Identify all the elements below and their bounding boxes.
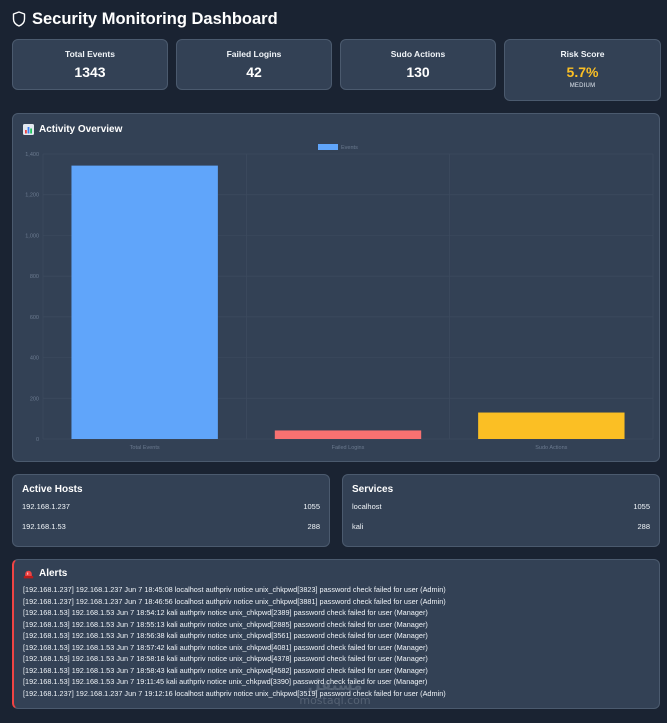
- y-tick-label: 0: [36, 437, 39, 443]
- section-title-text: Services: [352, 484, 394, 495]
- list-item: 192.168.1.53 288: [22, 522, 320, 534]
- stat-card-failed-logins: Failed Logins 42: [176, 39, 332, 90]
- watermark-text: مستقل: [307, 676, 363, 694]
- service-count: 288: [637, 522, 650, 531]
- host-name: 192.168.1.237: [22, 502, 70, 511]
- list-item: localhost 1055: [352, 502, 650, 514]
- stat-value: 1343: [74, 64, 106, 80]
- y-tick-label: 1,000: [25, 233, 39, 239]
- stat-label: Risk Score: [560, 49, 605, 59]
- watermark-url: mostaql.com: [299, 694, 371, 707]
- y-tick-label: 400: [30, 356, 39, 362]
- alert-item: [192.168.1.237] 192.168.1.237 Jun 7 18:4…: [23, 596, 446, 606]
- stat-value: 5.7%: [566, 64, 599, 80]
- risk-level: MEDIUM: [569, 83, 596, 89]
- section-title-text: Active Hosts: [22, 484, 83, 495]
- bar-chart-icon: [23, 124, 34, 135]
- stat-card-total-events: Total Events 1343: [12, 39, 168, 90]
- alert-item: [192.168.1.53] 192.168.1.53 Jun 7 18:54:…: [23, 608, 428, 617]
- y-tick-label: 1,400: [25, 152, 39, 158]
- bar: [71, 165, 218, 439]
- alert-item: [192.168.1.53] 192.168.1.53 Jun 7 18:58:…: [23, 654, 428, 663]
- alert-item: [192.168.1.237] 192.168.1.237 Jun 7 18:4…: [23, 585, 446, 594]
- stat-card-sudo-actions: Sudo Actions 130: [340, 39, 496, 90]
- alert-item: [192.168.1.53] 192.168.1.53 Jun 7 18:58:…: [23, 665, 428, 675]
- section-title-text: Alerts: [39, 568, 68, 579]
- alerts-title: Alerts: [23, 568, 67, 579]
- bar: [478, 412, 625, 439]
- service-name: kali: [352, 522, 364, 531]
- alert-item: [192.168.1.53] 192.168.1.53 Jun 7 18:56:…: [23, 631, 428, 640]
- alert-item: [192.168.1.53] 192.168.1.53 Jun 7 18:57:…: [23, 642, 428, 652]
- stat-label: Failed Logins: [226, 49, 282, 59]
- x-tick-label: Sudo Actions: [535, 445, 567, 451]
- list-item: 192.168.1.237 1055: [22, 502, 320, 514]
- stat-value: 42: [246, 64, 262, 80]
- stat-label: Sudo Actions: [390, 49, 446, 59]
- activity-bar-chart: 0 200 400 600 800 1,000 1,200 1,400 Total Events…: [25, 144, 654, 451]
- shield-icon: [12, 11, 26, 27]
- stat-label: Total Events: [65, 49, 115, 59]
- active-hosts-title: Active Hosts: [22, 484, 83, 495]
- legend-label: Events: [341, 145, 358, 151]
- bar: [274, 430, 422, 439]
- stat-card-risk-score: Risk Score 5.7% MEDIUM: [504, 39, 661, 101]
- stat-value: 130: [406, 64, 430, 80]
- services-title: Services: [352, 484, 393, 495]
- y-tick-label: 800: [30, 274, 39, 280]
- y-tick-label: 600: [30, 315, 39, 321]
- alarm-light-icon: [23, 570, 34, 578]
- x-tick-label: Total Events: [130, 445, 160, 451]
- alert-item: [192.168.1.53] 192.168.1.53 Jun 7 18:55:…: [23, 619, 428, 629]
- watermark: مستقل mostaql.com: [290, 676, 380, 710]
- x-tick-label: Failed Logins: [332, 445, 365, 451]
- page-title: Security Monitoring Dashboard: [32, 9, 278, 28]
- legend-swatch: [318, 144, 338, 150]
- host-name: 192.168.1.53: [22, 522, 66, 531]
- list-item: kali 288: [352, 522, 650, 534]
- services-panel: Services localhost 1055 kali 288: [342, 474, 660, 547]
- section-title-text: Activity Overview: [39, 124, 123, 135]
- page-header: Security Monitoring Dashboard: [12, 8, 278, 30]
- y-tick-label: 1,200: [25, 193, 39, 199]
- host-count: 1055: [303, 502, 320, 511]
- service-count: 1055: [633, 502, 650, 511]
- service-name: localhost: [352, 502, 382, 511]
- y-tick-label: 200: [30, 396, 39, 402]
- active-hosts-panel: Active Hosts 192.168.1.237 1055 192.168.…: [12, 474, 330, 547]
- activity-overview-panel: 0 200 400 600 800 1,000 1,200 1,400 Total Events…: [12, 113, 660, 462]
- host-count: 288: [307, 522, 320, 531]
- activity-overview-title: Activity Overview: [23, 124, 122, 135]
